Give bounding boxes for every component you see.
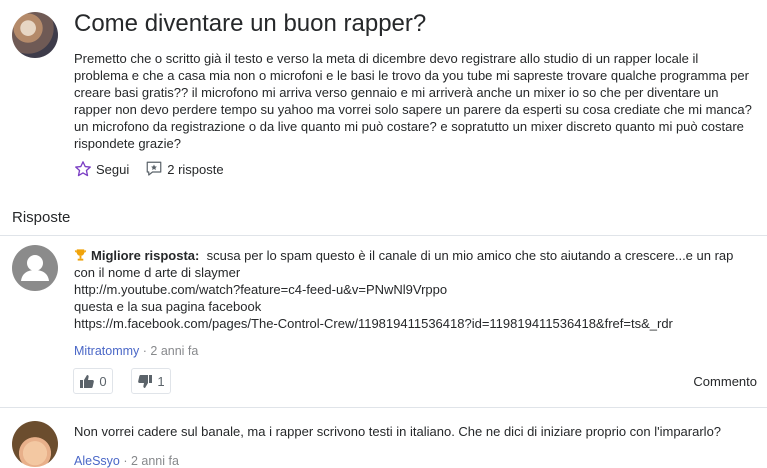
upvote-button[interactable]: 0	[73, 368, 113, 394]
upvote-count: 0	[99, 373, 107, 389]
question-body-line: rispondete grazie?	[74, 136, 181, 151]
comment-button[interactable]: Commento	[693, 374, 757, 389]
answer-text-line: questa e la sua pagina facebook	[74, 299, 262, 314]
question-author-avatar[interactable]	[12, 12, 58, 58]
follow-label: Segui	[96, 161, 130, 177]
question-body-line: creare basi gratis?? il microfono mi arr…	[74, 85, 719, 100]
question-body-line: un microfono da registrazione o da live …	[74, 119, 744, 134]
answers-heading: Risposte	[12, 209, 71, 226]
answer-meta: Mitratommy · 2 anni fa	[74, 344, 198, 358]
answer-author-avatar[interactable]	[12, 421, 58, 467]
trophy-icon	[74, 249, 87, 261]
answer-text: Non vorrei cadere sul banale, ma i rappe…	[74, 424, 722, 439]
answer-author-link[interactable]: Mitratommy	[74, 344, 139, 358]
best-answer-first-line: Migliore risposta: scusa per lo spam que…	[74, 247, 764, 264]
answer-link-youtube: http://m.youtube.com/watch?feature=c4-fe…	[74, 282, 448, 297]
answer-text-line: con il nome d arte di slaymer	[74, 265, 241, 280]
downvote-count: 1	[157, 373, 165, 389]
answers-count-label: 2 risposte	[167, 161, 224, 177]
best-answer-label: Migliore risposta:	[91, 248, 200, 263]
default-user-icon	[21, 255, 49, 281]
question-body-line: problema e che a casa mia non o microfon…	[74, 68, 749, 83]
best-answer-content: Migliore risposta: scusa per lo spam que…	[74, 247, 764, 332]
answer-link-facebook: https://m.facebook.com/pages/The-Control…	[74, 316, 673, 331]
answer-time: · 2 anni fa	[119, 454, 179, 468]
follow-button[interactable]: Segui	[74, 160, 129, 178]
divider	[0, 235, 767, 236]
question-actions: Segui 2 risposte	[74, 158, 240, 180]
question-body-line: Premetto che o scritto già il testo e ve…	[74, 51, 699, 66]
answers-count-button[interactable]: 2 risposte	[145, 160, 224, 178]
answer-author-link[interactable]: AleSsyo	[74, 454, 120, 468]
question-title: Come diventare un buon rapper?	[74, 10, 427, 37]
answer-author-avatar[interactable]	[12, 245, 58, 291]
thumbs-down-icon	[138, 374, 153, 388]
divider	[0, 407, 767, 408]
question-body: Premetto che o scritto già il testo e ve…	[74, 50, 764, 152]
question-body-line: rapper non devo perdere tempo su yahoo m…	[74, 102, 752, 117]
downvote-button[interactable]: 1	[131, 368, 171, 394]
star-outline-icon	[75, 161, 91, 177]
answer-meta: AleSsyo · 2 anni fa	[74, 454, 179, 468]
answer-time: · 2 anni fa	[139, 344, 199, 358]
thumbs-up-icon	[80, 374, 95, 388]
answer-text-line: scusa per lo spam questo è il canale di …	[206, 248, 734, 263]
answer-bubble-icon	[146, 161, 162, 176]
